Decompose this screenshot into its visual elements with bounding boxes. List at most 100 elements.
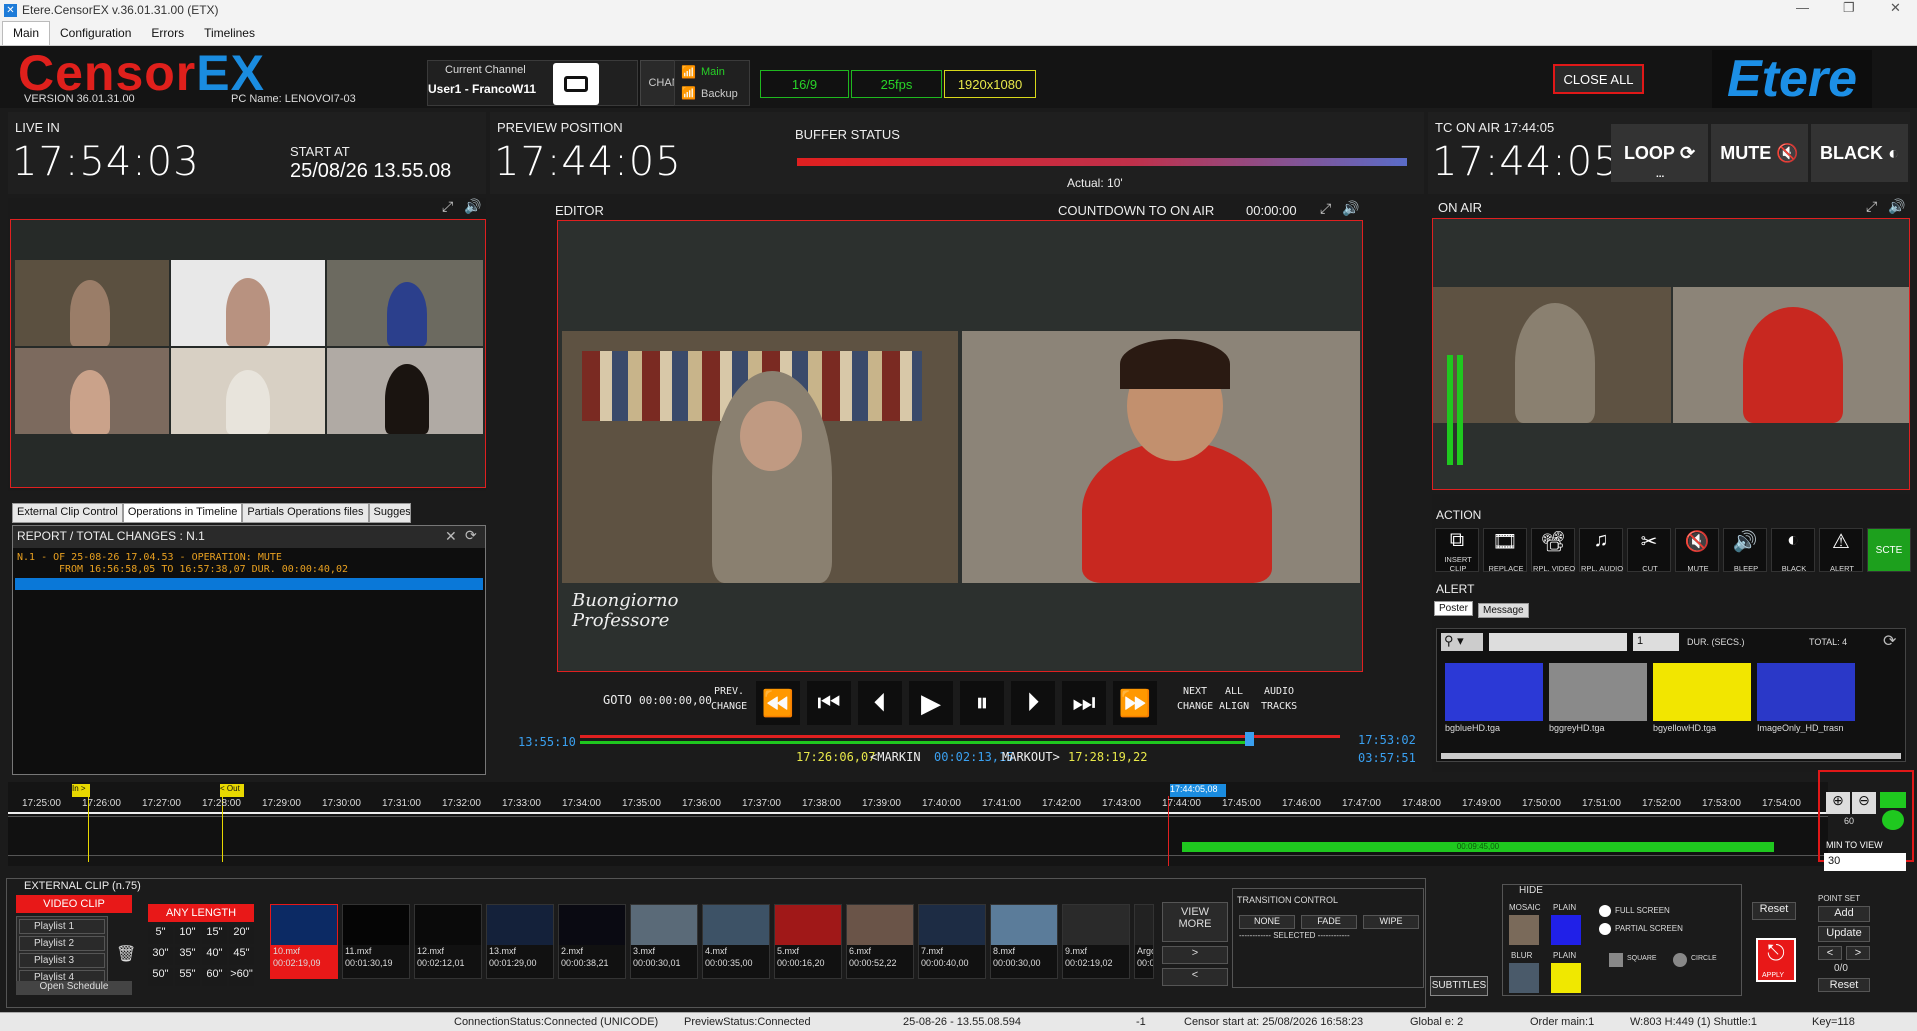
clip-item[interactable]: 8.mxf 00:00:30,00 — [990, 904, 1058, 979]
length-filter-button[interactable]: 5" — [148, 926, 173, 944]
length-filter-button[interactable]: >60" — [229, 968, 254, 986]
black-button[interactable]: BLACK ◐ — [1811, 124, 1908, 182]
open-schedule-button[interactable]: Open Schedule — [16, 981, 132, 995]
next-change-button[interactable]: NEXT CHANGE — [1177, 684, 1213, 714]
clips-prev-button[interactable]: < — [1162, 968, 1228, 986]
minimize-button[interactable]: — — [1796, 0, 1809, 15]
clips-next-button[interactable]: > — [1162, 946, 1228, 964]
cut-button[interactable]: ✂ CUT — [1627, 528, 1671, 573]
replace-button[interactable]: 🎞 REPLACE — [1483, 528, 1527, 573]
poster-scrollbar[interactable] — [1441, 753, 1901, 759]
maximize-button[interactable]: ❐ — [1843, 0, 1855, 16]
tab-external-clip-control[interactable]: External Clip Control — [12, 503, 123, 523]
refresh-icon[interactable]: ⟳ — [465, 527, 477, 544]
clip-item[interactable]: 13.mxf 00:01:29,00 — [486, 904, 554, 979]
report-selected-row[interactable] — [15, 578, 483, 590]
point-update-button[interactable]: Update — [1818, 926, 1870, 942]
markout-button[interactable]: MARKOUT> — [1002, 750, 1060, 764]
loop-button[interactable]: LOOP ⟳ ... — [1611, 124, 1708, 182]
trash-icon[interactable]: 🗑 — [116, 944, 136, 964]
prev-change-button[interactable]: PREV. CHANGE — [711, 684, 747, 714]
clip-item[interactable]: 2.mxf 00:00:38,21 — [558, 904, 626, 979]
playlist-item[interactable]: Playlist 1 — [19, 919, 105, 934]
point-next-button[interactable]: > — [1846, 946, 1870, 960]
transition-none-button[interactable]: NONE — [1239, 915, 1295, 929]
clip-item[interactable]: 9.mxf 00:02:19,02 — [1062, 904, 1130, 979]
video-clip-button[interactable]: VIDEO CLIP — [16, 895, 132, 913]
mosaic-option[interactable] — [1509, 915, 1539, 945]
length-filter-button[interactable]: 50" — [148, 968, 173, 986]
clock-icon[interactable] — [1882, 810, 1904, 830]
bleep-button[interactable]: 🔊 BLEEP — [1723, 528, 1767, 573]
fast-forward-icon[interactable]: ⏩ — [1113, 681, 1157, 725]
blur-option[interactable] — [1509, 963, 1539, 993]
green-range-bar[interactable]: 00:09:45,00 — [1182, 842, 1774, 852]
monitor-icon[interactable] — [553, 63, 599, 105]
tab-message[interactable]: Message — [1478, 603, 1529, 618]
transition-fade-button[interactable]: FADE — [1301, 915, 1357, 929]
replace-video-button[interactable]: 📽 RPL. VIDEO — [1531, 528, 1575, 573]
refresh-icon[interactable]: ⟳ — [1883, 631, 1896, 651]
tab-suggest[interactable]: Suggest — [368, 503, 411, 523]
full-screen-radio[interactable] — [1599, 905, 1611, 917]
backup-label[interactable]: Backup — [701, 88, 738, 100]
clip-item[interactable]: 10.mxf 00:02:19,09 — [270, 904, 338, 979]
view-more-button[interactable]: VIEW MORE — [1162, 902, 1228, 942]
insert-clip-button[interactable]: ⧉ INSERT CLIP — [1435, 528, 1479, 573]
length-filter-button[interactable]: 55" — [175, 968, 200, 986]
playlist-item[interactable]: Playlist 3 — [19, 953, 105, 968]
close-all-button[interactable]: CLOSE ALL — [1553, 64, 1644, 94]
play-icon[interactable]: ▶ — [909, 681, 953, 725]
scrub-thumb[interactable] — [1244, 732, 1254, 746]
fullscreen-icon[interactable]: ⤢ — [1866, 198, 1877, 215]
tab-partials-operations[interactable]: Partials Operations files — [242, 503, 369, 523]
poster-item[interactable]: bggreyHD.tga — [1549, 663, 1649, 739]
replace-audio-button[interactable]: ♫ RPL. AUDIO — [1579, 528, 1623, 573]
step-back-icon[interactable]: ⏮ — [807, 681, 851, 725]
fullscreen-icon[interactable]: ⤢ — [1320, 200, 1331, 217]
length-filter-button[interactable]: 35" — [175, 947, 200, 965]
plain-yellow-option[interactable] — [1551, 963, 1581, 993]
circle-option[interactable] — [1673, 953, 1687, 967]
clip-item[interactable]: 6.mxf 00:00:52,22 — [846, 904, 914, 979]
length-filter-button[interactable]: 10" — [175, 926, 200, 944]
search-icon[interactable]: ⚲ ▾ — [1441, 633, 1483, 651]
clip-item[interactable]: 4.mxf 00:00:35,00 — [702, 904, 770, 979]
point-add-button[interactable]: Add — [1818, 906, 1870, 922]
length-filter-button[interactable]: 60" — [202, 968, 227, 986]
rewind-icon[interactable]: ⏪ — [756, 681, 800, 725]
poster-item[interactable]: bgblueHD.tga — [1445, 663, 1545, 739]
partial-screen-radio[interactable] — [1599, 923, 1611, 935]
out-marker[interactable]: < Out — [220, 784, 244, 797]
clip-item[interactable]: Argo 00:0 — [1134, 904, 1154, 979]
tab-main[interactable]: Main — [2, 21, 51, 45]
alert-button[interactable]: ⚠ ALERT — [1819, 528, 1863, 573]
length-filter-button[interactable]: 15" — [202, 926, 227, 944]
tab-configuration[interactable]: Configuration — [50, 22, 141, 45]
tab-errors[interactable]: Errors — [141, 22, 194, 45]
length-filter-button[interactable]: 45" — [229, 947, 254, 965]
all-align-button[interactable]: ALL ALIGN — [1219, 684, 1249, 714]
clip-item[interactable]: 7.mxf 00:00:40,00 — [918, 904, 986, 979]
zoom-out-icon[interactable]: ⊖ — [1852, 792, 1876, 814]
black-action-button[interactable]: ◐ BLACK — [1771, 528, 1815, 573]
audio-tracks-button[interactable]: AUDIO TRACKS — [1261, 684, 1297, 714]
plain-blue-option[interactable] — [1551, 915, 1581, 945]
goto-timecode[interactable]: 00:00:00,00 — [639, 693, 712, 708]
poster-item[interactable]: bgyellowHD.tga — [1653, 663, 1753, 739]
playlist-item[interactable]: Playlist 2 — [19, 936, 105, 951]
fullscreen-icon[interactable]: ⤢ — [442, 198, 453, 215]
scrub-bar[interactable] — [580, 732, 1340, 748]
mute-action-button[interactable]: 🔇 MUTE — [1675, 528, 1719, 573]
speaker-icon[interactable]: 🔊 — [464, 198, 481, 215]
speaker-icon[interactable]: 🔊 — [1342, 200, 1359, 217]
pause-icon[interactable]: ⏸ — [960, 681, 1004, 725]
hide-reset-button[interactable]: Reset — [1752, 902, 1796, 920]
any-length-button[interactable]: ANY LENGTH — [148, 904, 254, 922]
main-label[interactable]: Main — [701, 66, 725, 78]
length-filter-button[interactable]: 40" — [202, 947, 227, 965]
poster-item[interactable]: ImageOnly_HD_trasn — [1757, 663, 1857, 739]
min-to-view-input[interactable]: 30 — [1824, 853, 1906, 871]
next-icon[interactable]: ⏵ — [1011, 681, 1055, 725]
point-prev-button[interactable]: < — [1818, 946, 1842, 960]
